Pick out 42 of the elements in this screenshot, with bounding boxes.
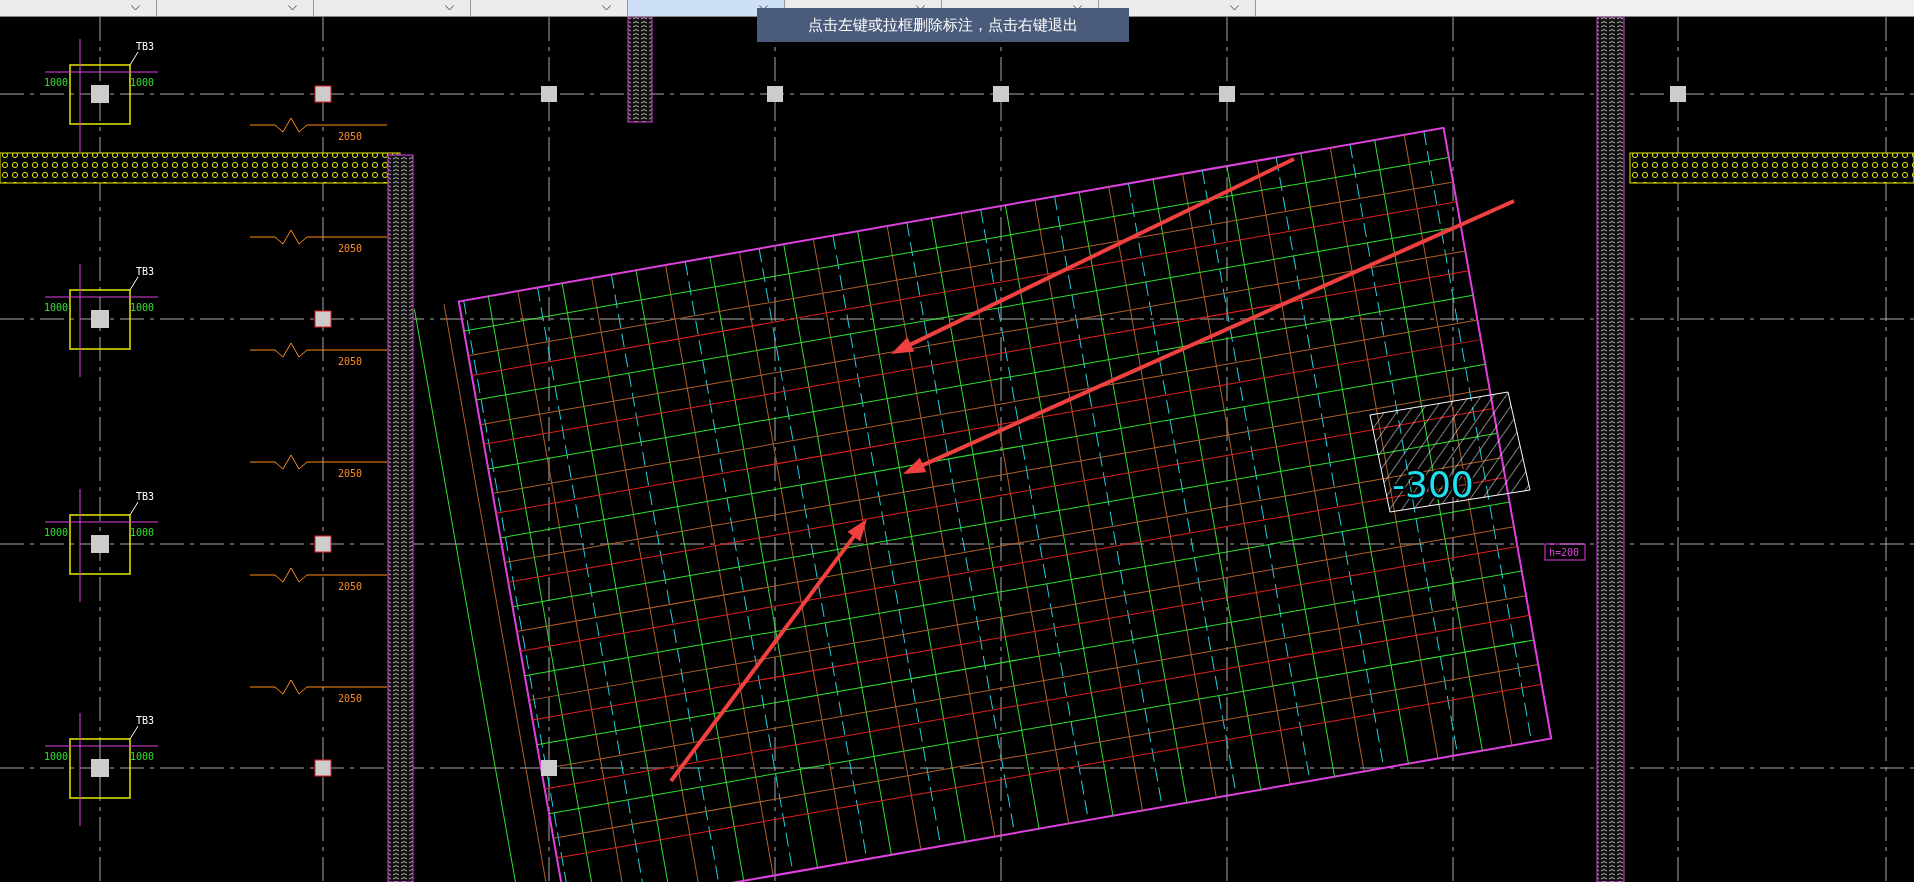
column-square <box>541 86 557 102</box>
dimension-label: 2050 <box>338 356 363 367</box>
column-square <box>541 760 557 776</box>
chevron-icon[interactable] <box>131 5 140 11</box>
dimension-label: 2050 <box>338 243 363 254</box>
column-square <box>1219 86 1235 102</box>
dimension-label: 2050 <box>338 581 363 592</box>
leader-line <box>129 501 139 516</box>
footing-tag: TB3 <box>136 41 155 52</box>
dimension-label: 2050 <box>338 693 363 704</box>
footing-tag: TB3 <box>136 715 155 726</box>
column-square <box>767 86 783 102</box>
tooltip: 点击左键或拉框删除标注，点击右键退出 <box>757 8 1129 42</box>
slab-thickness-tag: h=200 <box>1549 547 1580 558</box>
dimension-label: 2050 <box>338 468 363 479</box>
dimension-label: 1000 <box>130 77 155 88</box>
dimension-label: 1000 <box>44 751 69 762</box>
column-square <box>314 535 332 553</box>
chevron-icon[interactable] <box>602 5 611 11</box>
file-tab[interactable] <box>1099 0 1256 16</box>
column-square <box>993 86 1009 102</box>
dimension-label: 1000 <box>44 77 69 88</box>
footing-tag: TB3 <box>136 491 155 502</box>
leader-line <box>129 276 139 291</box>
chevron-icon[interactable] <box>1230 5 1239 11</box>
dimension-label: 1000 <box>130 751 155 762</box>
chevron-icon[interactable] <box>445 5 454 11</box>
dimension-label: 2050 <box>338 131 363 142</box>
dimension-label: 1000 <box>130 302 155 313</box>
leader-line <box>129 51 139 66</box>
file-tab[interactable] <box>628 0 785 16</box>
dimension-label: 1000 <box>130 527 155 538</box>
column-square <box>1670 86 1686 102</box>
dimension-label: 1000 <box>44 527 69 538</box>
tag-frame <box>1544 543 1586 561</box>
column-square <box>314 310 332 328</box>
leader-line <box>129 725 139 740</box>
column-square <box>314 759 332 777</box>
column-square <box>314 85 332 103</box>
dimension-label: 1000 <box>44 302 69 313</box>
chevron-icon[interactable] <box>288 5 297 11</box>
footing-tag: TB3 <box>136 266 155 277</box>
